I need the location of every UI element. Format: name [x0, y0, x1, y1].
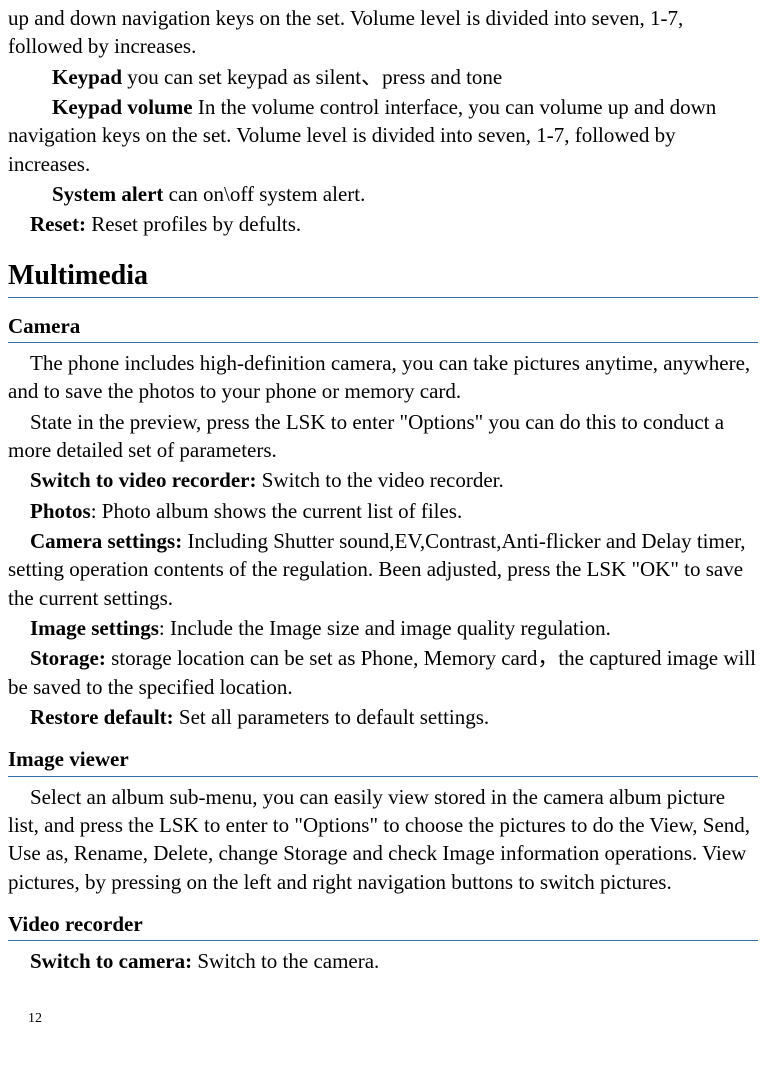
- video-recorder-heading: Video recorder: [8, 910, 758, 941]
- keypad-text: you can set keypad as silent、press and t…: [122, 65, 502, 89]
- storage-text: storage location can be set as Phone, Me…: [8, 646, 756, 698]
- camera-photos-label: Photos: [30, 499, 91, 523]
- camera-switch-text: Switch to the video recorder.: [256, 468, 503, 492]
- system-alert-line: System alert can on\off system alert.: [8, 180, 758, 208]
- camera-photos-line: Photos: Photo album shows the current li…: [8, 497, 758, 525]
- keypad-label: Keypad: [52, 65, 122, 89]
- image-settings-text: : Include the Image size and image quali…: [159, 616, 611, 640]
- camera-switch-line: Switch to video recorder: Switch to the …: [8, 466, 758, 494]
- video-recorder-switch-line: Switch to camera: Switch to the camera.: [8, 947, 758, 975]
- storage-line: Storage: storage location can be set as …: [8, 644, 758, 701]
- keypad-volume-line: Keypad volume In the volume control inte…: [8, 93, 758, 178]
- storage-label: Storage:: [30, 646, 106, 670]
- page-number: 12: [28, 1010, 758, 1029]
- system-alert-text: can on\off system alert.: [163, 182, 365, 206]
- camera-heading: Camera: [8, 312, 758, 343]
- intro-line1: up and down navigation keys on the set. …: [8, 4, 758, 61]
- image-viewer-p1: Select an album sub-menu, you can easily…: [8, 783, 758, 896]
- restore-default-label: Restore default:: [30, 705, 174, 729]
- camera-settings-line: Camera settings: Including Shutter sound…: [8, 527, 758, 612]
- camera-settings-label: Camera settings:: [30, 529, 182, 553]
- restore-default-text: Set all parameters to default settings.: [174, 705, 490, 729]
- reset-line: Reset: Reset profiles by defults.: [8, 210, 758, 238]
- system-alert-label: System alert: [52, 182, 163, 206]
- image-settings-line: Image settings: Include the Image size a…: [8, 614, 758, 642]
- reset-text: Reset profiles by defults.: [86, 212, 301, 236]
- reset-label: Reset:: [30, 212, 86, 236]
- video-recorder-switch-text: Switch to the camera.: [192, 949, 379, 973]
- image-settings-label: Image settings: [30, 616, 159, 640]
- keypad-volume-label: Keypad volume: [52, 95, 193, 119]
- image-viewer-heading: Image viewer: [8, 745, 758, 776]
- keypad-line: Keypad you can set keypad as silent、pres…: [8, 63, 758, 91]
- camera-p2: State in the preview, press the LSK to e…: [8, 408, 758, 465]
- camera-switch-label: Switch to video recorder:: [30, 468, 256, 492]
- camera-photos-text: : Photo album shows the current list of …: [91, 499, 463, 523]
- camera-p1: The phone includes high-definition camer…: [8, 349, 758, 406]
- multimedia-heading: Multimedia: [8, 257, 758, 298]
- video-recorder-switch-label: Switch to camera:: [30, 949, 192, 973]
- restore-default-line: Restore default: Set all parameters to d…: [8, 703, 758, 731]
